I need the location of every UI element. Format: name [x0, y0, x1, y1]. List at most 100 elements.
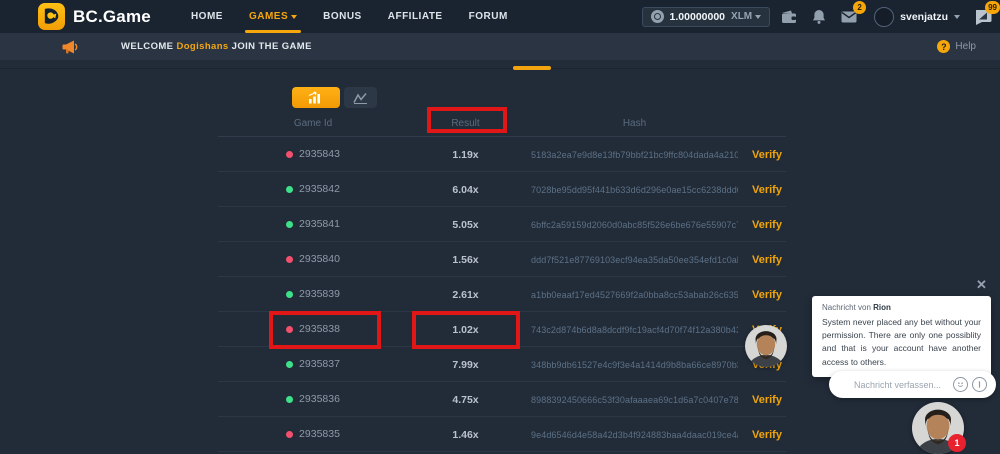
verify-link[interactable]: Verify — [752, 289, 782, 301]
notifications-button[interactable] — [808, 6, 830, 28]
table-view-button[interactable] — [292, 87, 340, 108]
hash-cell: 743c2d874b6d8a8dcdf9fc19acf4d70f74f12a38… — [523, 320, 738, 338]
verify-link[interactable]: Verify — [752, 219, 782, 231]
welcome-username[interactable]: Dogishans — [176, 41, 228, 52]
hash-value: 743c2d874b6d8a8dcdf9fc19acf4d70f74f12a38… — [531, 325, 738, 335]
help-button[interactable]: ? Help — [937, 40, 976, 53]
verify-link[interactable]: Verify — [752, 254, 782, 266]
result-value: 4.75x — [452, 394, 478, 406]
game-id-value[interactable]: 2935839 — [299, 288, 340, 300]
emoji-icon[interactable] — [953, 377, 968, 392]
nav-item-affiliate[interactable]: AFFILIATE — [388, 11, 443, 22]
game-id-value[interactable]: 2935836 — [299, 393, 340, 405]
verify-link[interactable]: Verify — [752, 394, 782, 406]
chat-close-icon[interactable]: ✕ — [976, 278, 987, 291]
welcome-prefix: WELCOME — [121, 41, 173, 52]
nav-item-home[interactable]: HOME — [191, 11, 223, 22]
chat-message-text: System never placed any bet without your… — [822, 316, 981, 369]
sender-portrait-icon — [745, 325, 787, 367]
status-dot-icon — [286, 361, 293, 368]
table-row: 2935836 4.75x 8988392450666c53f30afaaaea… — [218, 382, 786, 417]
trend-chart-icon — [353, 92, 368, 104]
hash-value: ddd7f521e87769103ecf94ea35da50ee354efd1c… — [531, 255, 738, 265]
nav-item-games[interactable]: GAMES — [249, 11, 297, 22]
verify-link[interactable]: Verify — [752, 429, 782, 441]
nav-item-bonus[interactable]: BONUS — [323, 11, 362, 22]
game-id-cell: 2935837 — [218, 358, 408, 370]
nav-item-forum[interactable]: FORUM — [469, 11, 508, 22]
result-value: 1.19x — [452, 149, 478, 161]
username-label: svenjatzu — [900, 11, 948, 23]
hash-cell: 348bb9db61527e4c9f3e4a1414d9b8ba66ce8970… — [523, 355, 738, 373]
result-cell: 1.46x — [408, 425, 523, 443]
user-menu[interactable]: svenjatzu — [874, 7, 960, 27]
info-icon[interactable] — [972, 377, 987, 392]
status-dot-icon — [286, 431, 293, 438]
hash-cell: 5183a2ea7e9d8e13fb79bbf21bc9ffc804dada4a… — [523, 145, 738, 163]
game-id-value[interactable]: 2935841 — [299, 218, 340, 230]
annotation-box-result-1-02x — [412, 311, 520, 349]
verify-cell: Verify — [738, 250, 786, 268]
logo-text[interactable]: BC.Game — [73, 7, 151, 27]
game-history-table: Game Id Result Hash 2935843 1.19x 5183a2… — [218, 110, 786, 452]
verify-link[interactable]: Verify — [752, 184, 782, 196]
bcgame-logo-icon[interactable] — [38, 3, 65, 30]
annotation-box-game-id-2935838 — [269, 311, 381, 349]
game-id-cell: 2935841 — [218, 218, 408, 230]
balance-amount: 1.00000000 — [670, 11, 725, 23]
chat-bubble-avatar[interactable]: 1 — [912, 402, 964, 454]
chat-message-card: Nachricht von Rion System never placed a… — [812, 296, 991, 377]
hash-value: 9e4d6546d4e58a42d3b4f924883baa4daac019ce… — [531, 430, 738, 440]
chat-unread-count-badge: 1 — [948, 434, 966, 452]
balance-selector[interactable]: 1.00000000 XLM — [642, 7, 771, 27]
game-id-value[interactable]: 2935835 — [299, 428, 340, 440]
game-id-value[interactable]: 2935842 — [299, 183, 340, 195]
chat-from-line: Nachricht von Rion — [822, 303, 981, 312]
status-dot-icon — [286, 291, 293, 298]
hash-value: 6bffc2a59159d2060d0abc85f526e6be676e5590… — [531, 220, 738, 230]
currency-dropdown[interactable]: XLM — [731, 11, 761, 22]
result-cell: 7.99x — [408, 355, 523, 373]
bar-chart-icon — [308, 91, 324, 104]
hash-cell: 9e4d6546d4e58a42d3b4f924883baa4daac019ce… — [523, 425, 738, 443]
active-tab-indicator — [513, 66, 551, 70]
hash-value: 348bb9db61527e4c9f3e4a1414d9b8ba66ce8970… — [531, 360, 738, 370]
result-cell: 6.04x — [408, 180, 523, 198]
game-id-cell: 2935843 — [218, 148, 408, 160]
chat-sender-avatar[interactable] — [745, 325, 787, 367]
verify-link[interactable]: Verify — [752, 149, 782, 161]
table-row: 2935842 6.04x 7028be95dd95f441b633d6d296… — [218, 172, 786, 207]
verify-cell: Verify — [738, 390, 786, 408]
chat-message-input[interactable] — [854, 380, 953, 390]
mail-button[interactable]: 2 — [838, 6, 860, 28]
chat-toggle-button[interactable]: 99 — [972, 6, 994, 28]
result-value: 5.05x — [452, 219, 478, 231]
game-id-value[interactable]: 2935837 — [299, 358, 340, 370]
nav-item-label: GAMES — [249, 11, 288, 22]
chat-from-label: Nachricht von — [822, 303, 871, 312]
currency-label: XLM — [731, 11, 752, 22]
verify-cell: Verify — [738, 215, 786, 233]
table-row: 2935837 7.99x 348bb9db61527e4c9f3e4a1414… — [218, 347, 786, 382]
hash-cell: 8988392450666c53f30afaaaea69c1d6a7c0407e… — [523, 390, 738, 408]
status-dot-icon — [286, 151, 293, 158]
welcome-message: WELCOME Dogishans JOIN THE GAME — [121, 41, 312, 52]
verify-cell: Verify — [738, 180, 786, 198]
game-id-cell: 2935840 — [218, 253, 408, 265]
verify-cell: Verify — [738, 145, 786, 163]
game-id-value[interactable]: 2935840 — [299, 253, 340, 265]
top-header: BC.Game HOME GAMES BONUS AFFILIATE FORUM… — [0, 0, 1000, 33]
chevron-down-icon — [291, 15, 297, 19]
trend-view-button[interactable] — [344, 87, 377, 108]
game-id-value[interactable]: 2935843 — [299, 148, 340, 160]
question-mark-icon: ? — [937, 40, 950, 53]
result-cell: 4.75x — [408, 390, 523, 408]
table-row: 2935843 1.19x 5183a2ea7e9d8e13fb79bbf21b… — [218, 137, 786, 172]
megaphone-icon — [62, 40, 79, 54]
hash-value: 5183a2ea7e9d8e13fb79bbf21bc9ffc804dada4a… — [531, 150, 738, 160]
game-id-cell: 2935836 — [218, 393, 408, 405]
game-id-cell: 2935842 — [218, 183, 408, 195]
verify-cell: Verify — [738, 425, 786, 443]
wallet-button[interactable] — [778, 6, 800, 28]
game-id-cell: 2935835 — [218, 428, 408, 440]
